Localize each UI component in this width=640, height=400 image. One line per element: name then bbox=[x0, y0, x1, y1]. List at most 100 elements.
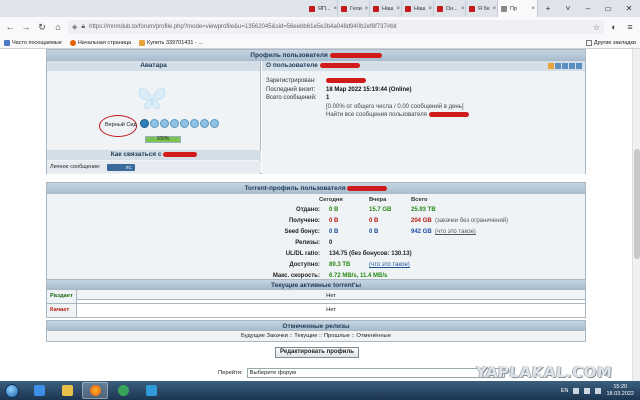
bookmark-star-icon[interactable]: ☆ bbox=[593, 23, 600, 32]
close-tab-icon[interactable]: × bbox=[461, 6, 465, 12]
redacted-username bbox=[163, 151, 198, 157]
shield-icon[interactable]: ◈ bbox=[72, 23, 77, 31]
tab-label: Он... bbox=[446, 5, 458, 12]
clock-date: 18.03.2022 bbox=[606, 390, 634, 397]
seed-bonus-help-link[interactable]: (что это такое) bbox=[435, 229, 476, 235]
browser-tab[interactable]: Он... × bbox=[434, 0, 466, 17]
store-icon bbox=[139, 39, 146, 46]
available-help-link[interactable]: (что это такое) bbox=[369, 262, 410, 268]
new-tab-icon[interactable]: + bbox=[538, 0, 558, 17]
uploaded-total: 25.93 TB bbox=[411, 207, 436, 213]
taskbar-app[interactable] bbox=[26, 382, 52, 399]
user-icon[interactable] bbox=[555, 63, 561, 69]
info-header-text: О пользователе bbox=[266, 62, 318, 69]
back-icon[interactable]: ← bbox=[4, 21, 16, 33]
scrollbar-thumb[interactable] bbox=[634, 149, 640, 259]
clock[interactable]: 15:20 18.03.2022 bbox=[606, 384, 634, 398]
tab-list-icon[interactable]: ˅ bbox=[558, 0, 578, 17]
page-scrollbar[interactable] bbox=[632, 49, 640, 381]
close-tab-icon[interactable]: × bbox=[493, 6, 497, 12]
gear-icon bbox=[4, 39, 10, 46]
tab-favicon-icon bbox=[405, 5, 411, 12]
releases-label: Релизы: bbox=[295, 240, 320, 246]
taskbar-app[interactable] bbox=[138, 382, 164, 399]
active-torrents-header: Текущие активные torrent'ы bbox=[46, 279, 586, 290]
home-icon[interactable]: ⌂ bbox=[52, 21, 64, 33]
seed-bonus-label: Seed бонус: bbox=[284, 229, 320, 235]
rank-star-icon bbox=[160, 119, 169, 128]
taskbar-app-active[interactable] bbox=[82, 382, 108, 399]
ratio-label: UL/DL ratio: bbox=[285, 251, 320, 257]
url-text: https://mnmdub.to/forum/profile.php?mode… bbox=[89, 24, 397, 30]
tab-favicon-icon bbox=[373, 5, 379, 12]
lock-icon[interactable]: 🔒︎ bbox=[81, 23, 85, 31]
tab-label: Пр bbox=[510, 5, 518, 12]
browser-tab-active[interactable]: Пр × bbox=[498, 0, 538, 17]
torrent-header: Torrent-профиль пользователя bbox=[47, 183, 585, 194]
uploaded-yesterday: 15.7 GB bbox=[369, 207, 392, 213]
close-tab-icon[interactable]: × bbox=[334, 6, 337, 12]
volume-icon[interactable] bbox=[595, 387, 602, 394]
avatar-column: Аватара Верный Сид 100% Как связаться с … bbox=[47, 61, 261, 174]
windows-logo-icon bbox=[5, 383, 19, 398]
rank-star-icon bbox=[190, 119, 199, 128]
network-icon[interactable] bbox=[584, 387, 591, 394]
browser-tab[interactable]: ЯП... × bbox=[306, 0, 338, 17]
seed-bonus-today: 0 B bbox=[329, 229, 339, 235]
bookmark-item[interactable]: Купить 339701431 - ... bbox=[139, 39, 203, 46]
tab-label: Наш bbox=[382, 5, 394, 12]
close-tab-icon[interactable]: × bbox=[531, 6, 535, 12]
mail-icon[interactable] bbox=[562, 63, 568, 69]
find-posts-link[interactable]: Найти все сообщения пользователя bbox=[326, 112, 427, 118]
pm-row: Личное сообщение: ЛС bbox=[47, 161, 261, 173]
other-bookmarks-label: Другие закладки bbox=[593, 39, 636, 46]
folder-icon bbox=[585, 39, 592, 46]
bookmark-item[interactable]: Начальная страница bbox=[69, 39, 131, 46]
edit-profile-button[interactable]: Редактировать профиль bbox=[275, 347, 359, 358]
close-window-icon[interactable]: ✕ bbox=[618, 0, 640, 17]
close-tab-icon[interactable]: × bbox=[396, 6, 400, 12]
tab-bar-spacer bbox=[0, 0, 306, 17]
taskbar-app[interactable] bbox=[110, 382, 136, 399]
flag-icon[interactable] bbox=[573, 387, 580, 394]
tab-favicon-icon bbox=[469, 5, 475, 12]
url-bar[interactable]: ◈ 🔒︎ https://mnmdub.to/forum/profile.php… bbox=[68, 20, 604, 34]
info-icon[interactable] bbox=[569, 63, 575, 69]
seed-bonus-row: Seed бонус: 0 B 0 B 942 GB (что это тако… bbox=[47, 229, 585, 240]
marked-releases-links[interactable]: Будущие Закачки :: Текущие :: Прошлые ::… bbox=[46, 331, 586, 342]
search-icon[interactable] bbox=[576, 63, 582, 69]
leeching-row: Качает Нет bbox=[46, 304, 586, 318]
language-indicator[interactable]: EN bbox=[561, 388, 569, 394]
maximize-icon[interactable]: ▭ bbox=[598, 0, 618, 17]
minimize-icon[interactable]: – bbox=[578, 0, 598, 17]
reload-icon[interactable]: ↻ bbox=[36, 21, 48, 33]
bookmark-item[interactable]: Часто посещаемые bbox=[4, 39, 62, 46]
other-bookmarks[interactable]: Другие закладки bbox=[585, 39, 636, 46]
firefox-icon bbox=[69, 39, 76, 46]
uploaded-label: Отдано: bbox=[296, 207, 320, 213]
close-tab-icon[interactable]: × bbox=[428, 6, 432, 12]
releases-value: 0 bbox=[329, 240, 333, 246]
taskbar-app[interactable] bbox=[54, 382, 80, 399]
browser-tab[interactable]: Я бе × bbox=[466, 0, 498, 17]
ie-icon bbox=[33, 385, 45, 396]
forum-jump-select[interactable]: Выберите форум bbox=[246, 368, 505, 378]
bookmarks-bar: Часто посещаемые Начальная страница Купи… bbox=[0, 37, 640, 49]
rss-icon[interactable] bbox=[548, 63, 554, 69]
seeding-value: Нет bbox=[326, 293, 336, 299]
browser-tab[interactable]: Наш × bbox=[402, 0, 434, 17]
close-tab-icon[interactable]: × bbox=[365, 6, 369, 12]
total-posts-row: Всего сообщений: 1 bbox=[266, 94, 469, 103]
col-yesterday: Вчера bbox=[369, 197, 387, 203]
start-button[interactable] bbox=[0, 381, 24, 400]
registered-row: Зарегистрирован: bbox=[266, 77, 469, 86]
redacted-username bbox=[347, 185, 388, 191]
browser-tab[interactable]: Наш × bbox=[370, 0, 402, 17]
browser-tab[interactable]: Гели × bbox=[338, 0, 370, 17]
menu-icon[interactable]: ≡ bbox=[624, 21, 636, 33]
pm-button[interactable]: ЛС bbox=[106, 163, 135, 171]
forward-icon[interactable]: → bbox=[20, 21, 32, 33]
rank-progress-text: 100% bbox=[156, 136, 170, 142]
col-today: Сегодня bbox=[319, 197, 343, 203]
pocket-icon[interactable]: ◐ bbox=[608, 21, 620, 33]
